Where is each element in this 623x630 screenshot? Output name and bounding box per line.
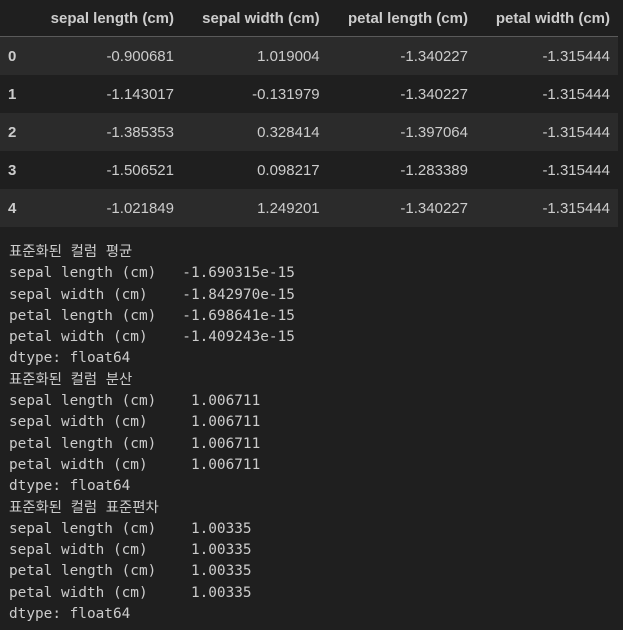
table-cell: -1.506521 (106, 161, 174, 179)
table-cell: -1.143017 (106, 85, 174, 103)
table-cell: -1.315444 (542, 47, 610, 65)
index-header (0, 0, 30, 37)
stdout-text: 표준화된 컬럼 평균 sepal length (cm) -1.690315e-1… (9, 242, 295, 625)
table-row: 2 -1.385353 0.328414 -1.397064 -1.315444 (0, 113, 618, 151)
table-row: 0 -0.900681 1.019004 -1.340227 -1.315444 (0, 36, 618, 75)
table-cell: -1.315444 (542, 123, 610, 141)
stdout-line: petal length (cm) -1.698641e-15 (9, 307, 295, 324)
cell-output-area: sepal length (cm) sepal width (cm) petal… (0, 0, 623, 630)
row-index: 4 (8, 199, 17, 217)
stdout-dtype-line: dtype: float64 (9, 478, 131, 495)
stdout-line: petal width (cm) -1.409243e-15 (9, 329, 295, 346)
stdout-line: sepal width (cm) 1.006711 (9, 414, 261, 431)
stdout-line: sepal width (cm) -1.842970e-15 (9, 286, 295, 303)
stdout-dtype-line: dtype: float64 (9, 350, 131, 367)
dataframe-body: 0 -0.900681 1.019004 -1.340227 -1.315444… (0, 36, 618, 227)
table-cell: -1.315444 (542, 199, 610, 217)
table-cell: -1.283389 (400, 161, 468, 179)
row-index: 0 (8, 47, 17, 65)
stdout-line: petal length (cm) 1.00335 (9, 563, 252, 580)
column-header-sepal-width: sepal width (cm) (182, 0, 328, 37)
stdout-heading-std: 표준화된 컬럼 표준편차 (9, 499, 159, 516)
stdout-line: sepal length (cm) -1.690315e-15 (9, 265, 295, 282)
stdout-line: petal width (cm) 1.006711 (9, 456, 261, 473)
column-header-sepal-length: sepal length (cm) (30, 0, 182, 37)
stdout-dtype-line: dtype: float64 (9, 606, 131, 623)
row-index: 3 (8, 161, 17, 179)
table-cell: -0.900681 (106, 47, 174, 65)
stdout-heading-variance: 표준화된 컬럼 분산 (9, 371, 133, 388)
row-index: 2 (8, 123, 17, 141)
table-cell: -1.021849 (106, 199, 174, 217)
column-header-petal-length: petal length (cm) (327, 0, 476, 37)
table-cell: -1.385353 (106, 123, 174, 141)
table-cell: -1.397064 (400, 123, 468, 141)
table-cell: 1.019004 (257, 47, 320, 65)
column-header-petal-width: petal width (cm) (475, 0, 618, 37)
table-cell: -1.340227 (400, 47, 468, 65)
table-row: 3 -1.506521 0.098217 -1.283389 -1.315444 (0, 151, 618, 189)
stdout-line: petal length (cm) 1.006711 (9, 435, 261, 452)
dataframe-header: sepal length (cm) sepal width (cm) petal… (0, 0, 618, 37)
table-cell: -1.340227 (400, 85, 468, 103)
dataframe-table: sepal length (cm) sepal width (cm) petal… (0, 0, 618, 227)
stdout-line: petal width (cm) 1.00335 (9, 584, 252, 601)
stdout-line: sepal length (cm) 1.00335 (9, 520, 252, 537)
stdout-line: sepal width (cm) 1.00335 (9, 542, 252, 559)
table-cell: -0.131979 (252, 85, 320, 103)
table-row: 4 -1.021849 1.249201 -1.340227 -1.315444 (0, 189, 618, 227)
table-cell: 0.328414 (257, 123, 320, 141)
header-row: sepal length (cm) sepal width (cm) petal… (0, 0, 618, 37)
table-cell: -1.315444 (542, 85, 610, 103)
stdout-line: sepal length (cm) 1.006711 (9, 393, 261, 410)
table-cell: -1.340227 (400, 199, 468, 217)
row-index: 1 (8, 85, 17, 103)
table-cell: 0.098217 (257, 161, 320, 179)
table-cell: -1.315444 (542, 161, 610, 179)
table-cell: 1.249201 (257, 199, 320, 217)
table-row: 1 -1.143017 -0.131979 -1.340227 -1.31544… (0, 75, 618, 113)
stdout-heading-mean: 표준화된 컬럼 평균 (9, 244, 133, 260)
